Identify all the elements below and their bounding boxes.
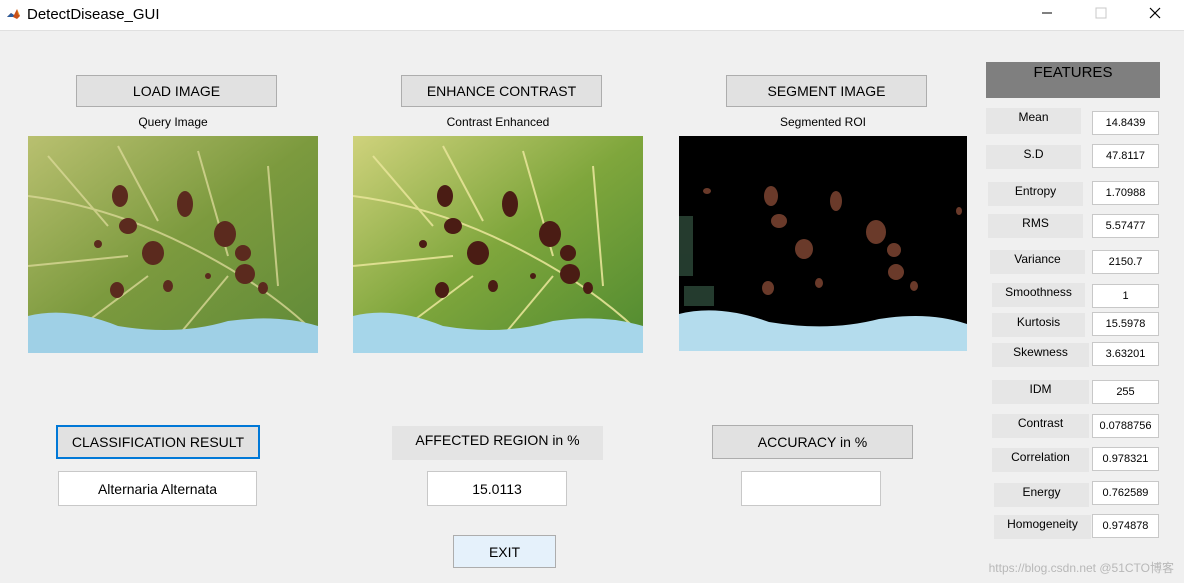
enhanced-image-caption: Contrast Enhanced	[446, 115, 550, 129]
feature-value-variance: 2150.7	[1092, 250, 1159, 274]
accuracy-field	[741, 471, 881, 506]
feature-value-kurtosis: 15.5978	[1092, 312, 1159, 336]
query-image	[28, 136, 318, 353]
classification-result-button[interactable]: CLASSIFICATION RESULT	[56, 425, 260, 459]
close-icon	[1149, 6, 1161, 24]
exit-button[interactable]: EXIT	[453, 535, 556, 568]
feature-label-sd: S.D	[986, 145, 1081, 169]
feature-label-smoothness: Smoothness	[992, 283, 1085, 307]
feature-value-mean: 14.8439	[1092, 111, 1159, 135]
accuracy-button[interactable]: ACCURACY in %	[712, 425, 913, 459]
classification-result-field: Alternaria Alternata	[58, 471, 257, 506]
window-title: DetectDisease_GUI	[27, 6, 160, 23]
enhanced-image	[353, 136, 643, 353]
feature-value-entropy: 1.70988	[1092, 181, 1159, 205]
affected-region-label: AFFECTED REGION in %	[392, 426, 603, 460]
feature-label-kurtosis: Kurtosis	[992, 313, 1085, 337]
feature-value-rms: 5.57477	[1092, 214, 1159, 238]
load-image-button[interactable]: LOAD IMAGE	[76, 75, 277, 107]
maximize-button[interactable]	[1074, 0, 1128, 30]
feature-label-mean: Mean	[986, 108, 1081, 134]
feature-value-correlation: 0.978321	[1092, 447, 1159, 471]
minimize-icon	[1041, 6, 1053, 24]
segmented-image	[679, 136, 967, 351]
feature-label-energy: Energy	[994, 483, 1089, 507]
feature-label-rms: RMS	[988, 214, 1083, 238]
title-bar: DetectDisease_GUI	[0, 0, 1184, 30]
feature-value-contrast: 0.0788756	[1092, 414, 1159, 438]
affected-region-field: 15.0113	[427, 471, 567, 506]
feature-label-entropy: Entropy	[988, 182, 1083, 206]
feature-value-homogeneity: 0.974878	[1092, 514, 1159, 538]
close-button[interactable]	[1128, 0, 1182, 30]
maximize-icon	[1095, 6, 1107, 24]
feature-label-idm: IDM	[992, 380, 1089, 404]
features-header: FEATURES	[986, 62, 1160, 98]
feature-value-sd: 47.8117	[1092, 144, 1159, 168]
feature-label-homogeneity: Homogeneity	[994, 515, 1091, 539]
matlab-icon	[6, 7, 21, 22]
watermark: https://blog.csdn.net @51CTO博客	[988, 561, 1174, 575]
minimize-button[interactable]	[1020, 0, 1074, 30]
feature-value-skewness: 3.63201	[1092, 342, 1159, 366]
feature-value-energy: 0.762589	[1092, 481, 1159, 505]
feature-value-idm: 255	[1092, 380, 1159, 404]
feature-label-skewness: Skewness	[992, 343, 1089, 367]
feature-value-smoothness: 1	[1092, 284, 1159, 308]
enhance-contrast-button[interactable]: ENHANCE CONTRAST	[401, 75, 602, 107]
segment-image-button[interactable]: SEGMENT IMAGE	[726, 75, 927, 107]
feature-label-correlation: Correlation	[992, 448, 1089, 472]
query-image-caption: Query Image	[138, 115, 208, 129]
segmented-image-caption: Segmented ROI	[779, 115, 867, 129]
feature-label-variance: Variance	[990, 250, 1085, 274]
feature-label-contrast: Contrast	[992, 414, 1089, 438]
